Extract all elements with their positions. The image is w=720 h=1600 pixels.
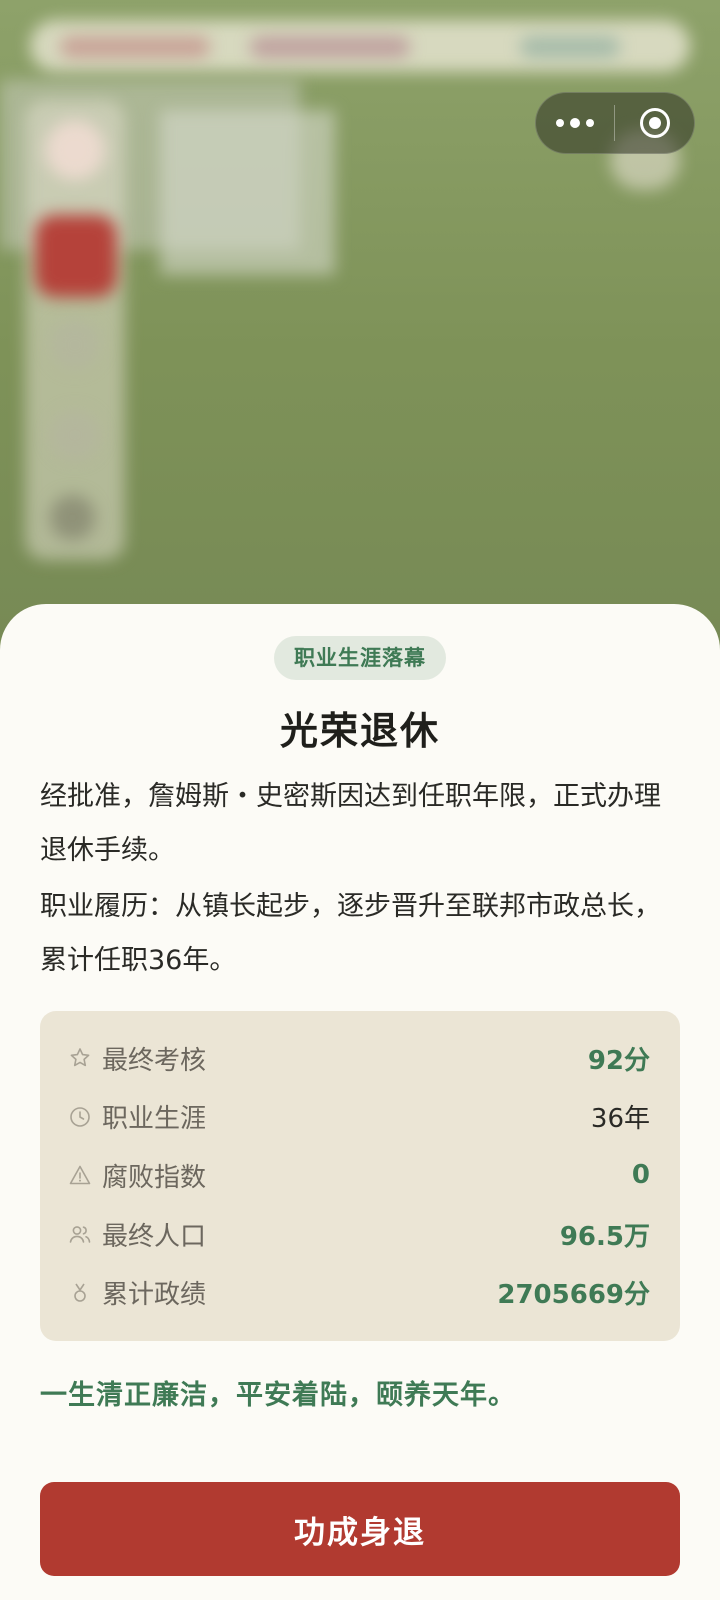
stat-row-corruption-index: 腐败指数 0 bbox=[40, 1146, 680, 1205]
retire-button[interactable]: 功成身退 bbox=[40, 1482, 680, 1576]
stat-row-final-population: 最终人口 96.5万 bbox=[40, 1205, 680, 1264]
stat-label: 职业生涯 bbox=[102, 1104, 207, 1135]
miniprogram-capsule bbox=[535, 92, 695, 154]
stat-value: 92分 bbox=[587, 1045, 650, 1076]
sheet-title: 光荣退休 bbox=[279, 708, 440, 753]
clock-icon bbox=[68, 1105, 92, 1129]
background-sidebar-icon bbox=[50, 320, 100, 370]
career-end-badge: 职业生涯落幕 bbox=[274, 636, 446, 680]
medal-icon bbox=[68, 1281, 92, 1305]
background-sidebar-active-icon bbox=[35, 215, 117, 297]
stat-row-final-assessment: 最终考核 92分 bbox=[40, 1029, 680, 1088]
stat-value: 96.5万 bbox=[559, 1221, 650, 1252]
background-chip bbox=[250, 36, 410, 58]
background-sidebar-icon bbox=[50, 410, 100, 460]
stat-row-total-achievement: 累计政绩 2705669分 bbox=[40, 1263, 680, 1322]
stat-row-career-length: 职业生涯 36年 bbox=[40, 1088, 680, 1147]
more-dots-icon[interactable] bbox=[536, 93, 614, 153]
background-grid bbox=[160, 110, 335, 275]
stat-value: 0 bbox=[631, 1160, 650, 1191]
stat-label: 最终考核 bbox=[102, 1045, 207, 1076]
background-sidebar-icon bbox=[50, 495, 95, 540]
stat-label: 累计政绩 bbox=[102, 1280, 207, 1311]
final-stats-panel: 最终考核 92分 职业生涯 36年 腐败指数 0 最终人口 96.5万 累计政绩… bbox=[40, 1011, 680, 1341]
approval-paragraph: 经批准，詹姆斯・史密斯因达到任职年限，正式办理退休手续。 bbox=[40, 781, 661, 866]
stat-value: 36年 bbox=[590, 1104, 650, 1135]
warning-icon bbox=[68, 1163, 92, 1187]
background-chip bbox=[520, 36, 620, 58]
close-circle-icon[interactable] bbox=[615, 93, 694, 153]
career-history-paragraph: 职业履历：从镇长起步，逐步晋升至联邦市政总长，累计任职36年。 bbox=[40, 891, 661, 976]
retirement-sheet: 职业生涯落幕 光荣退休 经批准，詹姆斯・史密斯因达到任职年限，正式办理退休手续。… bbox=[0, 604, 720, 1600]
users-icon bbox=[68, 1222, 92, 1246]
stat-label: 最终人口 bbox=[102, 1221, 207, 1252]
star-icon bbox=[68, 1046, 92, 1070]
background-sidebar-icon bbox=[45, 120, 105, 180]
stat-label: 腐败指数 bbox=[102, 1162, 207, 1193]
background-chip bbox=[60, 36, 210, 58]
retirement-motto: 一生清正廉洁，平安着陆，颐养天年。 bbox=[40, 1380, 516, 1411]
stat-value: 2705669分 bbox=[497, 1280, 650, 1311]
